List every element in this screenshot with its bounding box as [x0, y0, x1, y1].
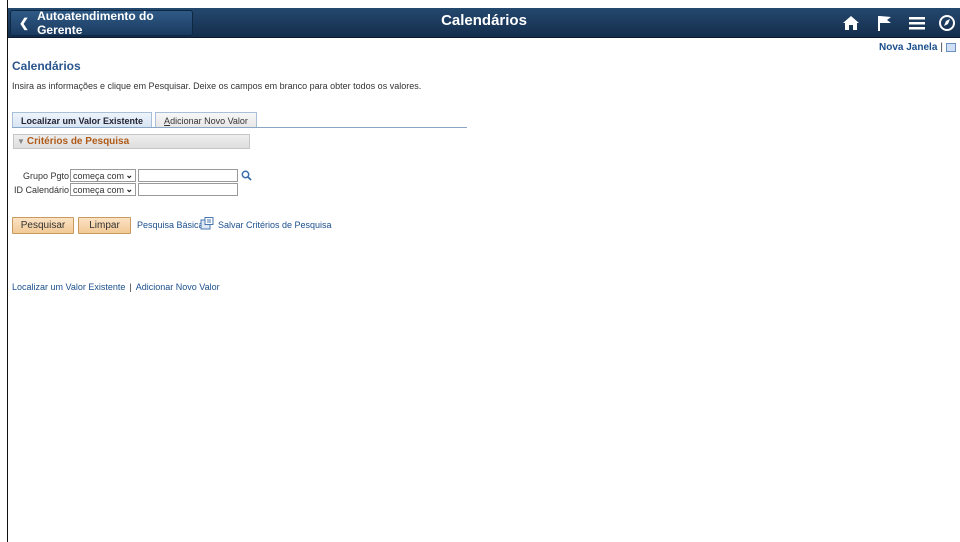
id-calendario-input[interactable]: [138, 183, 238, 196]
footer-separator: |: [129, 282, 132, 292]
operator-value: começa com: [73, 170, 125, 181]
basic-search-link[interactable]: Pesquisa Básica: [137, 220, 204, 230]
new-window-link[interactable]: Nova Janela: [879, 42, 937, 53]
field-label: ID Calendário: [13, 184, 69, 195]
search-criteria-header[interactable]: ▼ Critérios de Pesquisa: [13, 134, 250, 149]
footer-add-new-link[interactable]: Adicionar Novo Valor: [136, 282, 220, 292]
field-row-id-calendario: ID Calendário começa com ⌄: [12, 183, 238, 196]
clear-button[interactable]: Limpar: [78, 217, 131, 234]
operator-select[interactable]: começa com ⌄: [70, 169, 136, 182]
field-label: Grupo Pgto: [22, 170, 69, 181]
search-tabs: Localizar um Valor Existente Adicionar N…: [12, 112, 257, 128]
banner-title: Calendários: [441, 12, 527, 29]
footer-links: Localizar um Valor Existente | Adicionar…: [12, 282, 220, 292]
home-icon[interactable]: [840, 12, 862, 34]
save-search-icon[interactable]: [200, 217, 214, 230]
instructions-text: Insira as informações e clique em Pesqui…: [12, 81, 422, 91]
grupo-pgto-input[interactable]: [138, 169, 238, 182]
operator-select[interactable]: começa com ⌄: [70, 183, 136, 196]
help-icon[interactable]: [946, 43, 956, 52]
navbar-icon[interactable]: [936, 12, 958, 34]
tab-add-new[interactable]: Adicionar Novo Valor: [155, 112, 257, 128]
flag-icon[interactable]: [874, 12, 896, 34]
chevron-down-icon: ⌄: [125, 184, 133, 194]
back-button[interactable]: ❮ Autoatendimento do Gerente: [10, 9, 193, 37]
search-criteria-title: Critérios de Pesquisa: [26, 136, 130, 147]
tab-find-existing[interactable]: Localizar um Valor Existente: [12, 112, 153, 128]
chevron-left-icon: ❮: [19, 16, 30, 30]
footer-find-existing-link[interactable]: Localizar um Valor Existente: [12, 282, 125, 292]
page: ❮ Autoatendimento do Gerente Calendários…: [8, 8, 960, 542]
page-title: Calendários: [12, 59, 81, 73]
tab-underline: [12, 127, 467, 128]
navbar: ❮ Autoatendimento do Gerente Calendários: [8, 8, 960, 38]
lookup-search-icon[interactable]: [240, 170, 252, 182]
tab-add-new-label: dicionar Novo Valor: [170, 115, 248, 126]
search-button[interactable]: Pesquisar: [12, 217, 74, 234]
save-criteria-link[interactable]: Salvar Critérios de Pesquisa: [218, 220, 332, 230]
menu-icon[interactable]: [906, 12, 928, 34]
field-row-grupo-pgto: Grupo Pgto começa com ⌄: [12, 169, 252, 182]
back-button-label: Autoatendimento do Gerente: [37, 9, 154, 37]
chevron-down-icon: ⌄: [125, 170, 133, 180]
header-separator: |: [940, 42, 943, 53]
window-top-margin: [0, 0, 960, 8]
header-links: Nova Janela |: [879, 42, 956, 53]
collapse-triangle-icon: ▼: [17, 137, 25, 146]
window-left-border: [0, 0, 8, 542]
operator-value: começa com: [73, 184, 125, 195]
